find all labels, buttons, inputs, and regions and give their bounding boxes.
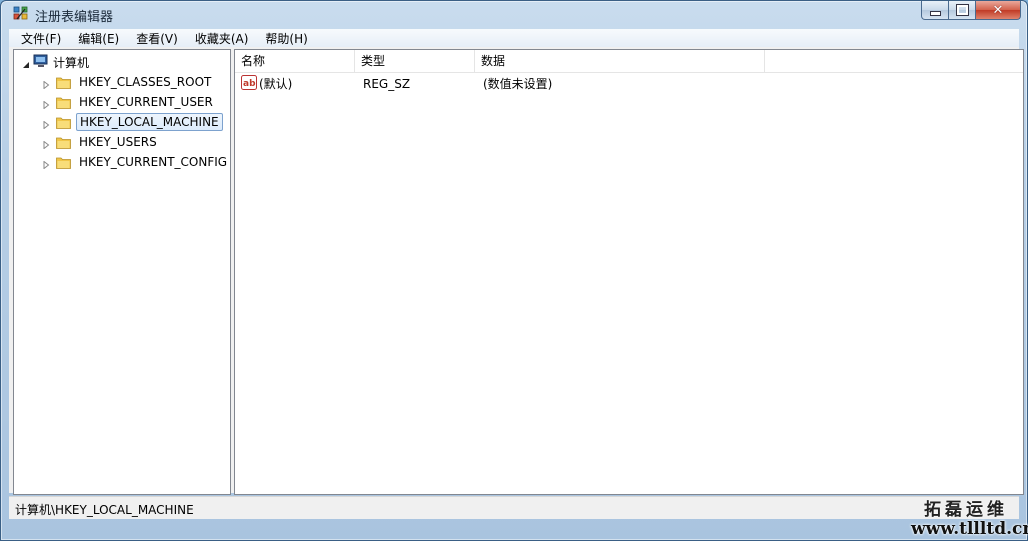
value-name: (默认) xyxy=(259,77,293,91)
column-header-name[interactable]: 名称 xyxy=(235,50,355,72)
folder-icon xyxy=(56,76,71,89)
menu-file[interactable]: 文件(F) xyxy=(9,30,67,47)
watermark: 拓磊运维 www.tllltd.cn xyxy=(911,500,1028,539)
folder-icon xyxy=(56,116,71,129)
values-list[interactable]: 名称 类型 数据 ab (默认) REG_SZ (数值未设置) xyxy=(234,49,1024,495)
status-path: 计算机\HKEY_LOCAL_MACHINE xyxy=(15,503,194,517)
client-area: 计算机 HKEY_CLASSES_ROOT HKEY_CURRENT_USER HK… xyxy=(9,47,1024,495)
tree-item-label: HKEY_CLASSES_ROOT xyxy=(79,75,212,89)
folder-icon xyxy=(56,136,71,149)
value-data: (数值未设置) xyxy=(483,77,553,91)
maximize-button[interactable] xyxy=(949,1,976,20)
table-row[interactable]: ab (默认) REG_SZ (数值未设置) xyxy=(235,74,1023,94)
expanded-arrow-icon[interactable] xyxy=(22,58,30,68)
string-value-icon: ab xyxy=(241,75,257,95)
value-type: REG_SZ xyxy=(363,77,411,91)
tree-item-hkey-local-machine[interactable]: HKEY_LOCAL_MACHINE xyxy=(42,112,223,132)
column-header-type[interactable]: 类型 xyxy=(355,50,475,72)
computer-icon xyxy=(33,54,49,71)
tree-item-hkey-current-user[interactable]: HKEY_CURRENT_USER xyxy=(42,92,216,112)
folder-icon xyxy=(56,156,71,169)
minimize-button[interactable] xyxy=(921,1,949,20)
menu-edit[interactable]: 编辑(E) xyxy=(67,30,125,47)
menu-favorites[interactable]: 收藏夹(A) xyxy=(184,30,255,47)
tree-item-label: HKEY_CURRENT_USER xyxy=(79,95,213,109)
tree-root-label: 计算机 xyxy=(53,55,90,70)
folder-icon xyxy=(56,96,71,109)
window-title: 注册表编辑器 xyxy=(35,10,114,25)
maximize-icon xyxy=(955,4,969,16)
list-header: 名称 类型 数据 xyxy=(235,50,1023,73)
tree-item-hkey-users[interactable]: HKEY_USERS xyxy=(42,132,160,152)
svg-text:ab: ab xyxy=(243,79,256,89)
tree-item-label: HKEY_CURRENT_CONFIG xyxy=(79,155,228,169)
menu-view[interactable]: 查看(V) xyxy=(125,30,184,47)
status-bar: 计算机\HKEY_LOCAL_MACHINE xyxy=(9,496,1019,519)
collapsed-arrow-icon[interactable] xyxy=(42,158,50,170)
tree-root-computer[interactable]: 计算机 xyxy=(22,52,92,72)
column-header-data[interactable]: 数据 xyxy=(475,50,765,72)
tree-item-label: HKEY_USERS xyxy=(79,135,157,149)
tree-item-label: HKEY_LOCAL_MACHINE xyxy=(76,113,223,131)
regedit-window: 注册表编辑器 ✕ 文件(F) 编辑(E) 查看(V) 收藏夹(A) 帮助(H) xyxy=(0,0,1028,541)
collapsed-arrow-icon[interactable] xyxy=(42,118,50,130)
close-button[interactable]: ✕ xyxy=(976,1,1021,20)
watermark-name: 拓磊运维 xyxy=(924,500,1008,520)
collapsed-arrow-icon[interactable] xyxy=(42,98,50,110)
title-bar[interactable]: 注册表编辑器 ✕ xyxy=(1,1,1027,27)
registry-tree[interactable]: 计算机 HKEY_CLASSES_ROOT HKEY_CURRENT_USER HK… xyxy=(13,49,231,495)
menu-bar: 文件(F) 编辑(E) 查看(V) 收藏夹(A) 帮助(H) xyxy=(9,29,1019,47)
tree-item-hkey-classes-root[interactable]: HKEY_CLASSES_ROOT xyxy=(42,72,214,92)
watermark-url: www.tllltd.cn xyxy=(911,519,1028,539)
collapsed-arrow-icon[interactable] xyxy=(42,138,50,150)
close-icon: ✕ xyxy=(992,2,1004,18)
tree-item-hkey-current-config[interactable]: HKEY_CURRENT_CONFIG xyxy=(42,152,230,172)
regedit-app-icon xyxy=(13,5,29,22)
menu-help[interactable]: 帮助(H) xyxy=(254,30,313,47)
minimize-icon xyxy=(929,10,941,16)
collapsed-arrow-icon[interactable] xyxy=(42,78,50,90)
